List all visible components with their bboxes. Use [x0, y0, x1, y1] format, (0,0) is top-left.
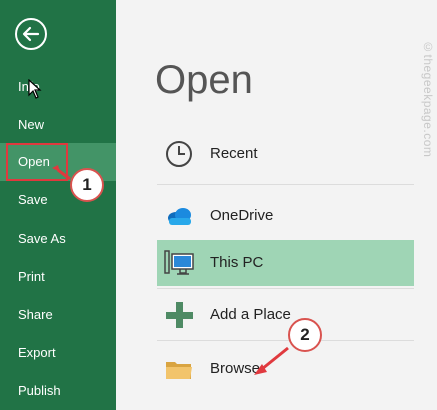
annotation-arrows [52, 165, 289, 375]
step-1-badge: 1 [70, 168, 104, 202]
step-2-badge: 2 [288, 318, 322, 352]
watermark-text: ©thegeekpage.com [421, 40, 435, 158]
